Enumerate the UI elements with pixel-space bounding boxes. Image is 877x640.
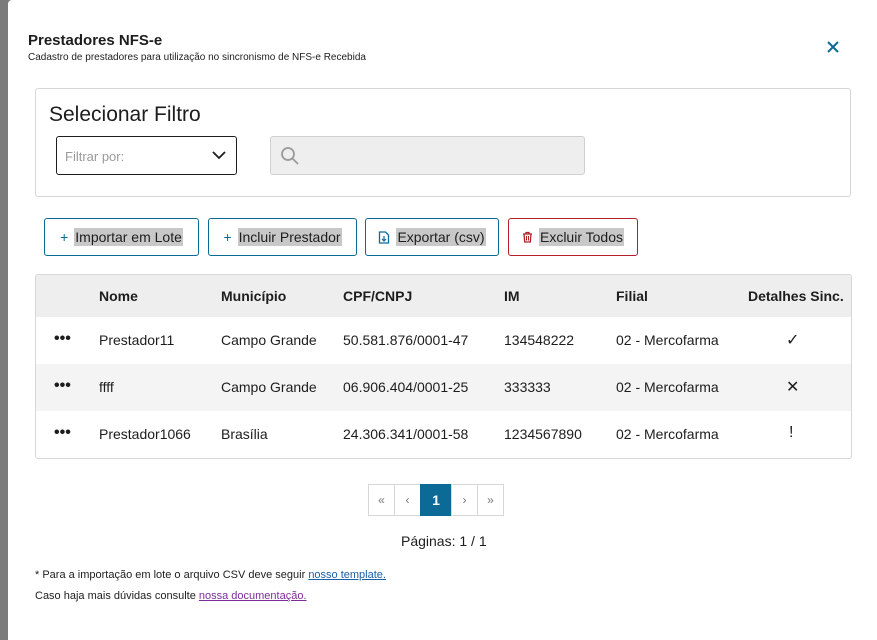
template-note: * Para a importação em lote o arquivo CS…	[35, 569, 386, 581]
col-im[interactable]: IM	[504, 288, 520, 304]
template-note-text: * Para a importação em lote o arquivo CS…	[35, 569, 309, 581]
page-1-button[interactable]: 1	[420, 484, 452, 516]
row-actions-menu[interactable]: •••	[54, 377, 71, 395]
close-icon[interactable]	[824, 38, 842, 56]
cell-nome: ffff	[99, 379, 114, 395]
providers-table: Nome Município CPF/CNPJ IM Filial Detalh…	[35, 274, 852, 459]
delete-all-button[interactable]: Excluir Todos	[508, 218, 638, 256]
pagination: « ‹ 1 › »	[368, 484, 504, 518]
include-provider-label: Incluir Prestador	[237, 228, 342, 246]
cell-im: 134548222	[504, 332, 575, 348]
chevron-down-icon	[212, 151, 226, 160]
plus-icon: +	[223, 229, 232, 245]
table-row: ••• ffff Campo Grande 06.906.404/0001-25…	[36, 364, 851, 411]
sync-ok-icon: ✓	[786, 332, 800, 349]
export-csv-label: Exportar (csv)	[396, 228, 486, 246]
docs-note-text: Caso haja mais dúvidas consulte	[35, 590, 199, 602]
import-batch-label: Importar em Lote	[74, 228, 183, 246]
cell-filial: 02 - Mercofarma	[616, 332, 719, 348]
include-provider-button[interactable]: + Incluir Prestador	[208, 218, 357, 256]
sync-warning-icon: !	[789, 424, 794, 441]
prestadores-modal: Prestadores NFS-e Cadastro de prestadore…	[8, 0, 877, 640]
cell-im: 333333	[504, 379, 551, 395]
cell-filial: 02 - Mercofarma	[616, 379, 719, 395]
col-cpf-cnpj[interactable]: CPF/CNPJ	[343, 288, 412, 304]
cell-municipio: Campo Grande	[221, 379, 317, 395]
filter-select[interactable]: Filtrar por:	[56, 136, 237, 175]
prev-page-button[interactable]: ‹	[394, 484, 421, 516]
sync-error-icon: ✕	[786, 379, 800, 396]
file-export-icon	[379, 230, 390, 244]
cell-nome: Prestador11	[99, 332, 175, 348]
pages-summary: Páginas: 1 / 1	[401, 533, 487, 549]
search-input[interactable]	[307, 145, 571, 167]
col-municipio[interactable]: Município	[221, 288, 286, 304]
modal-subtitle: Cadastro de prestadores para utilização …	[28, 52, 366, 63]
docs-note: Caso haja mais dúvidas consulte nossa do…	[35, 590, 307, 602]
import-batch-button[interactable]: + Importar em Lote	[44, 218, 199, 256]
export-csv-button[interactable]: Exportar (csv)	[365, 218, 499, 256]
search-icon	[281, 147, 299, 165]
cell-nome: Prestador1066	[99, 426, 191, 442]
cell-cpf-cnpj: 24.306.341/0001-58	[343, 426, 469, 442]
filter-select-placeholder: Filtrar por:	[65, 149, 125, 164]
template-link[interactable]: nosso template.	[308, 569, 386, 581]
cell-cpf-cnpj: 50.581.876/0001-47	[343, 332, 469, 348]
last-page-button[interactable]: »	[477, 484, 504, 516]
plus-icon: +	[60, 229, 69, 245]
cell-municipio: Brasília	[221, 426, 268, 442]
search-field[interactable]	[270, 136, 585, 175]
cell-im: 1234567890	[504, 426, 582, 442]
cell-filial: 02 - Mercofarma	[616, 426, 719, 442]
table-header: Nome Município CPF/CNPJ IM Filial Detalh…	[36, 275, 851, 317]
docs-link[interactable]: nossa documentação.	[199, 590, 307, 602]
filter-panel: Selecionar Filtro Filtrar por:	[35, 88, 851, 197]
next-page-button[interactable]: ›	[451, 484, 478, 516]
modal-title: Prestadores NFS-e	[28, 32, 163, 49]
cell-municipio: Campo Grande	[221, 332, 317, 348]
row-actions-menu[interactable]: •••	[54, 330, 71, 348]
table-row: ••• Prestador11 Campo Grande 50.581.876/…	[36, 317, 851, 364]
row-actions-menu[interactable]: •••	[54, 424, 71, 442]
first-page-button[interactable]: «	[368, 484, 395, 516]
delete-all-label: Excluir Todos	[538, 228, 624, 246]
cell-cpf-cnpj: 06.906.404/0001-25	[343, 379, 469, 395]
table-row: ••• Prestador1066 Brasília 24.306.341/00…	[36, 411, 851, 458]
col-detalhes-sinc[interactable]: Detalhes Sinc.	[748, 288, 844, 304]
col-filial[interactable]: Filial	[616, 288, 648, 304]
filter-title: Selecionar Filtro	[49, 103, 201, 126]
col-nome[interactable]: Nome	[99, 288, 138, 304]
trash-icon	[522, 231, 532, 243]
